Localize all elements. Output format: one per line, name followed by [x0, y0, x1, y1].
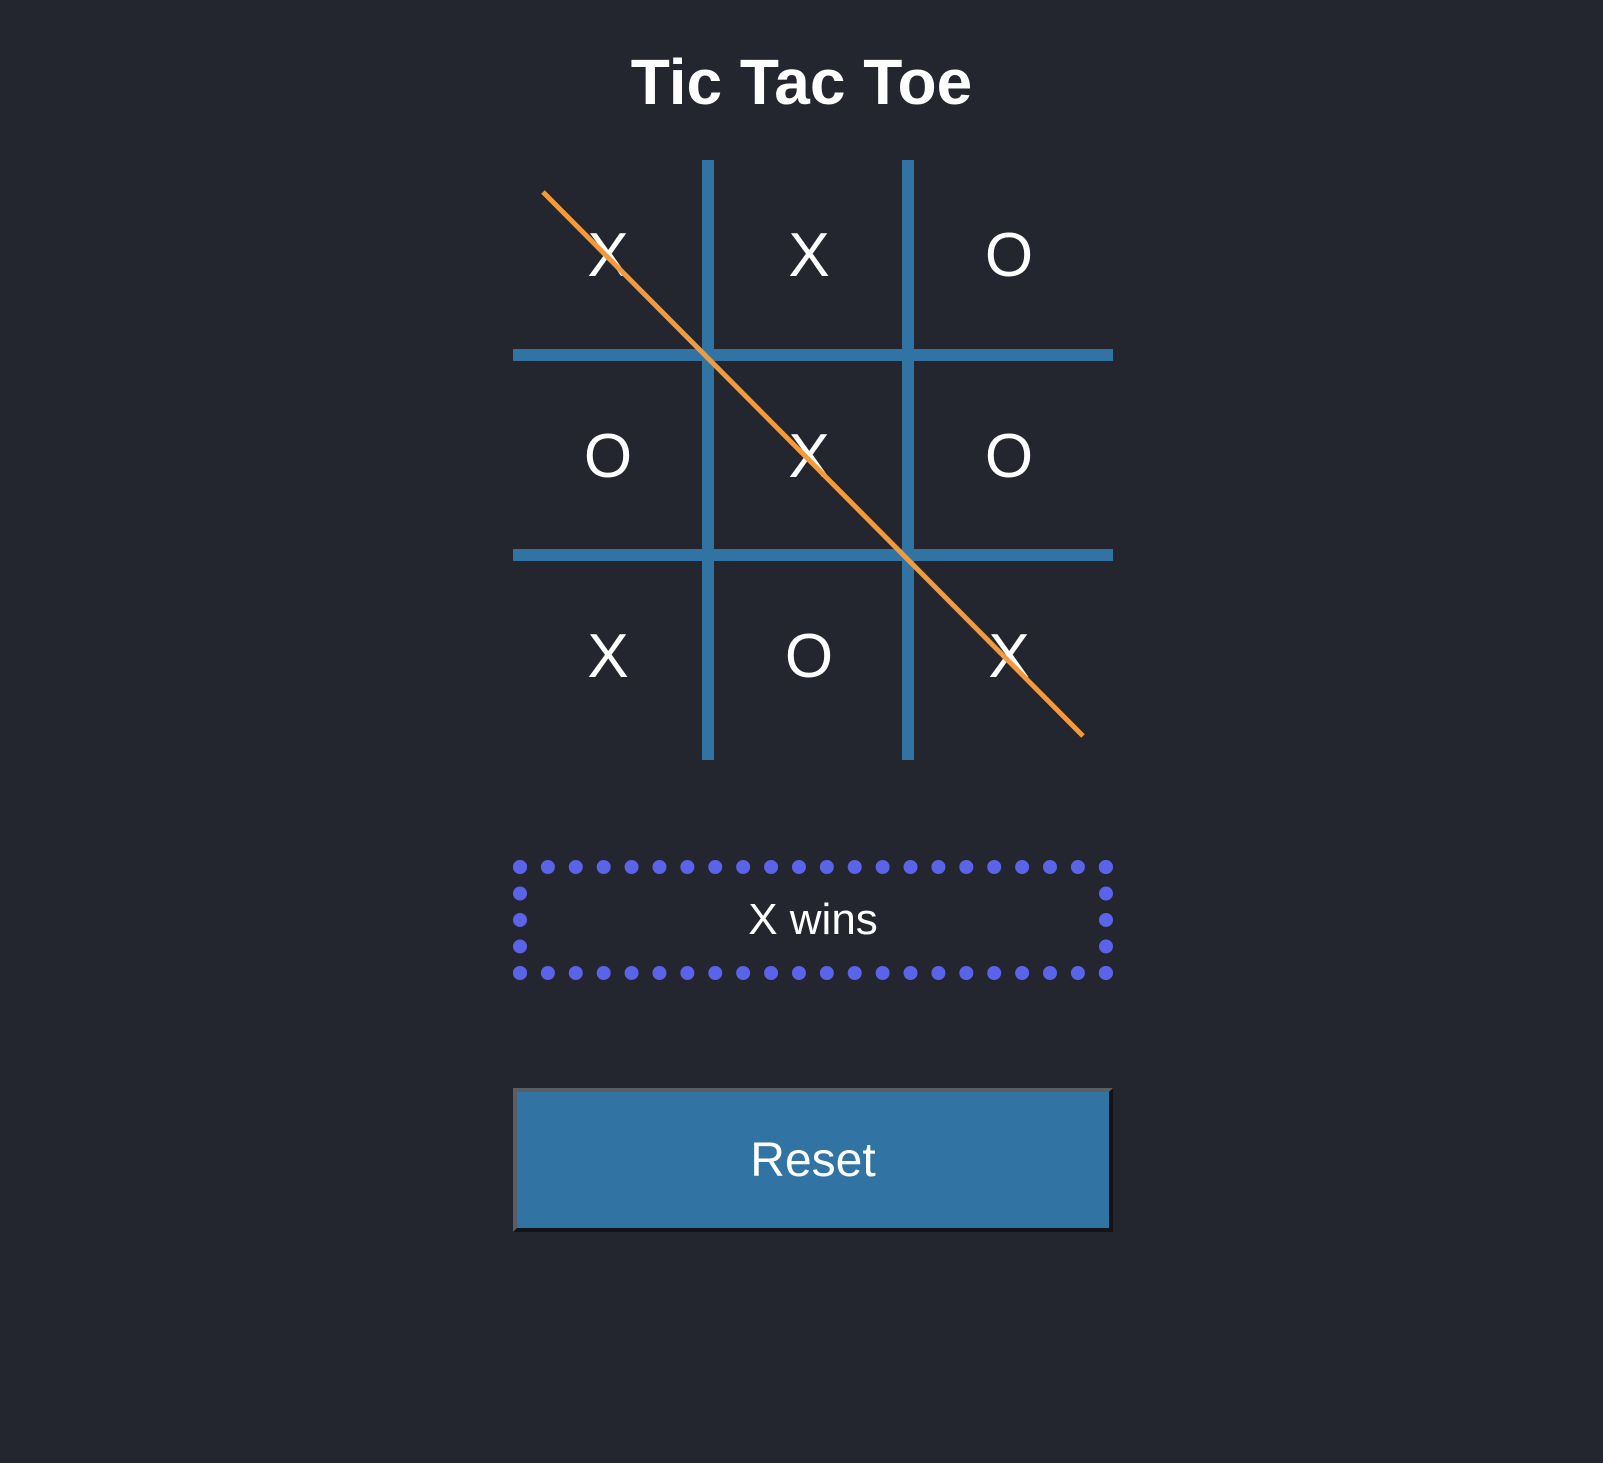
board-cell-1[interactable]: X [513, 160, 703, 350]
board-cell-4[interactable]: O [513, 361, 703, 551]
board-cell-7[interactable]: X [513, 561, 703, 751]
grid-line-vertical [702, 160, 714, 760]
game-board: X X O O X O X O X [513, 160, 1113, 760]
reset-button[interactable]: Reset [513, 1088, 1113, 1232]
board-cell-3[interactable]: O [914, 160, 1104, 350]
board-cell-5[interactable]: X [714, 361, 904, 551]
board-cell-6[interactable]: O [914, 361, 1104, 551]
page-title: Tic Tac Toe [630, 46, 973, 118]
grid-line-horizontal [513, 349, 1113, 361]
board-cell-2[interactable]: X [714, 160, 904, 350]
status-message: X wins [513, 860, 1113, 980]
board-cell-9[interactable]: X [914, 561, 1104, 751]
board-cell-8[interactable]: O [714, 561, 904, 751]
